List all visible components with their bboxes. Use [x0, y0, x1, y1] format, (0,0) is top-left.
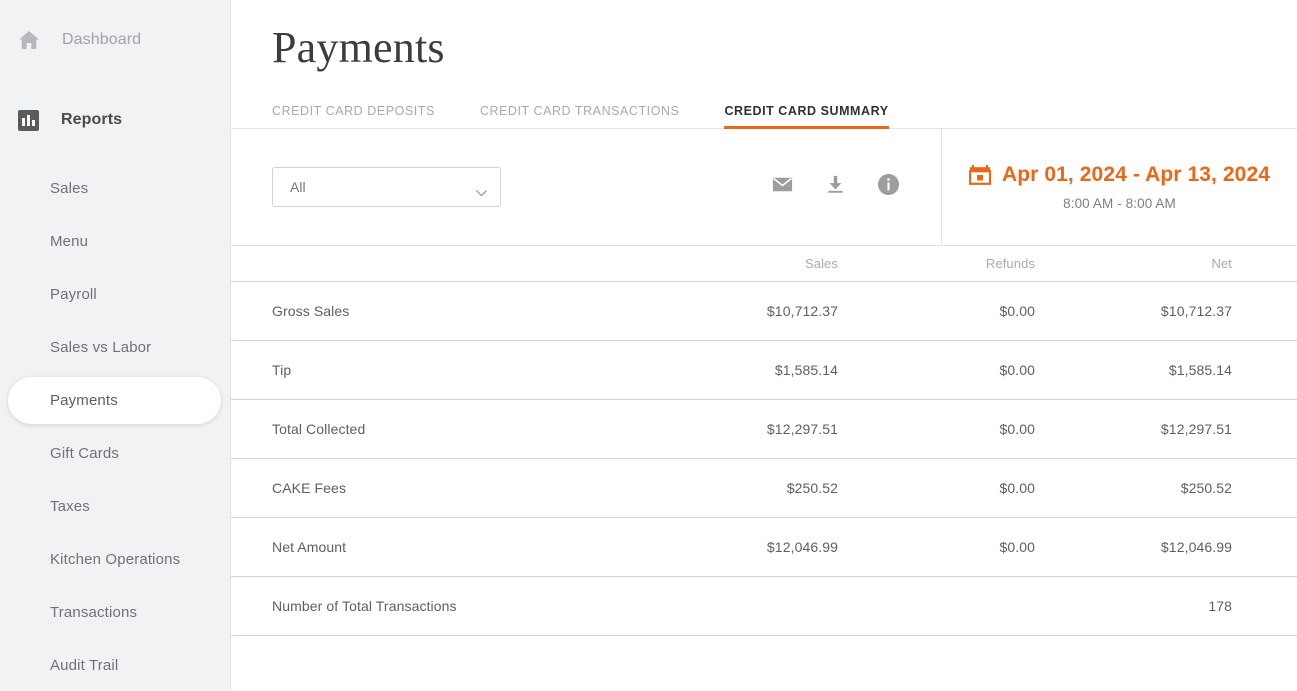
row-refunds: $0.00 [999, 480, 1035, 497]
sidebar-item-menu[interactable]: Menu [0, 215, 230, 268]
app-root: Dashboard Reports Sales Menu Payroll Sal… [0, 0, 1297, 691]
row-label: Net Amount [272, 539, 347, 556]
table-row: Number of Total Transactions 178 [231, 577, 1297, 637]
download-icon[interactable] [824, 173, 847, 201]
row-net: $12,046.99 [1160, 539, 1232, 556]
row-net: $10,712.37 [1160, 303, 1232, 320]
column-header-refunds: Refunds [985, 256, 1035, 272]
sidebar-item-gift-cards[interactable]: Gift Cards [0, 427, 230, 480]
row-refunds: $0.00 [999, 303, 1035, 320]
table-row: Tip $1,585.14 $0.00 $1,585.14 [231, 341, 1297, 401]
sidebar-subnav: Sales Menu Payroll Sales vs Labor Paymen… [0, 162, 230, 691]
tab-bar: CREDIT CARD DEPOSITS CREDIT CARD TRANSAC… [231, 99, 1297, 130]
sidebar-item-payroll[interactable]: Payroll [0, 268, 230, 321]
sidebar-item-label: Dashboard [62, 31, 142, 48]
toolbar: All Apr 01, 2024 - Apr 13, 2024 8:00 AM … [231, 129, 1297, 247]
info-icon[interactable] [877, 173, 900, 201]
row-sales: $1,585.14 [774, 362, 838, 379]
sidebar-item-label: Reports [61, 111, 123, 128]
tab-credit-card-deposits[interactable]: CREDIT CARD DEPOSITS [272, 104, 435, 128]
table-row: Total Collected $12,297.51 $0.00 $12,297… [231, 400, 1297, 460]
table-row: Gross Sales $10,712.37 $0.00 $10,712.37 [231, 282, 1297, 342]
column-header-sales: Sales [804, 256, 838, 272]
tab-credit-card-summary[interactable]: CREDIT CARD SUMMARY [724, 104, 889, 130]
sidebar-item-payments[interactable]: Payments [0, 374, 230, 427]
sidebar: Dashboard Reports Sales Menu Payroll Sal… [0, 0, 231, 691]
sidebar-item-kitchen-operations[interactable]: Kitchen Operations [0, 533, 230, 586]
row-label: Gross Sales [272, 303, 350, 320]
sidebar-item-label: Kitchen Operations [50, 551, 181, 568]
sidebar-item-label: Menu [50, 233, 89, 250]
sidebar-item-sales-vs-labor[interactable]: Sales vs Labor [0, 321, 230, 374]
row-sales: $10,712.37 [766, 303, 838, 320]
column-header-net: Net [1211, 256, 1232, 272]
row-refunds: $0.00 [999, 421, 1035, 438]
row-refunds: $0.00 [999, 362, 1035, 379]
sidebar-item-taxes[interactable]: Taxes [0, 480, 230, 533]
row-label: Number of Total Transactions [272, 598, 457, 615]
tab-label: CREDIT CARD DEPOSITS [272, 104, 435, 119]
date-range-picker[interactable]: Apr 01, 2024 - Apr 13, 2024 8:00 AM - 8:… [941, 129, 1297, 246]
date-range-time: 8:00 AM - 8:00 AM [1063, 196, 1176, 212]
sidebar-item-label: Sales [50, 180, 89, 197]
date-range-value: Apr 01, 2024 - Apr 13, 2024 [1001, 163, 1271, 187]
sidebar-item-reports[interactable]: Reports [0, 100, 230, 140]
row-net: $250.52 [1180, 480, 1232, 497]
sidebar-item-label: Audit Trail [50, 657, 119, 674]
row-net: 178 [1208, 598, 1232, 615]
row-sales: $250.52 [786, 480, 838, 497]
tab-label: CREDIT CARD TRANSACTIONS [479, 104, 680, 119]
sidebar-item-transactions[interactable]: Transactions [0, 586, 230, 639]
toolbar-actions [771, 173, 900, 201]
date-range-row: Apr 01, 2024 - Apr 13, 2024 [968, 163, 1271, 187]
page-title: Payments [272, 23, 445, 72]
filter-select[interactable]: All [272, 167, 501, 208]
sidebar-item-label: Transactions [50, 604, 138, 621]
row-refunds: $0.00 [999, 539, 1035, 556]
row-label: Total Collected [272, 421, 366, 438]
calendar-icon [968, 164, 992, 186]
tab-credit-card-transactions[interactable]: CREDIT CARD TRANSACTIONS [480, 104, 680, 128]
sidebar-item-label: Gift Cards [50, 445, 120, 462]
row-label: CAKE Fees [272, 480, 347, 497]
sidebar-item-audit-trail[interactable]: Audit Trail [0, 639, 230, 691]
sidebar-item-label: Payroll [50, 286, 97, 303]
sidebar-item-label: Taxes [50, 498, 90, 515]
sidebar-item-label: Sales vs Labor [50, 339, 152, 356]
email-icon[interactable] [771, 173, 794, 201]
table-row: Net Amount $12,046.99 $0.00 $12,046.99 [231, 518, 1297, 578]
row-net: $12,297.51 [1160, 421, 1232, 438]
sidebar-item-sales[interactable]: Sales [0, 162, 230, 215]
row-net: $1,585.14 [1168, 362, 1232, 379]
row-sales: $12,297.51 [766, 421, 838, 438]
sidebar-item-label: Payments [50, 392, 118, 409]
table-row: CAKE Fees $250.52 $0.00 $250.52 [231, 459, 1297, 519]
filter-select-value: All [290, 179, 306, 196]
row-label: Tip [272, 362, 292, 379]
main-content: Payments CREDIT CARD DEPOSITS CREDIT CAR… [231, 0, 1297, 691]
summary-table: Sales Refunds Net Gross Sales $10,712.37… [231, 246, 1297, 637]
home-icon [18, 30, 40, 50]
table-header-row: Sales Refunds Net [231, 246, 1297, 283]
bar-chart-icon [18, 109, 39, 131]
sidebar-item-dashboard[interactable]: Dashboard [0, 20, 230, 60]
row-sales: $12,046.99 [766, 539, 838, 556]
tab-label: CREDIT CARD SUMMARY [724, 104, 889, 119]
chevron-down-icon [476, 184, 487, 197]
toolbar-left: All [231, 129, 941, 245]
